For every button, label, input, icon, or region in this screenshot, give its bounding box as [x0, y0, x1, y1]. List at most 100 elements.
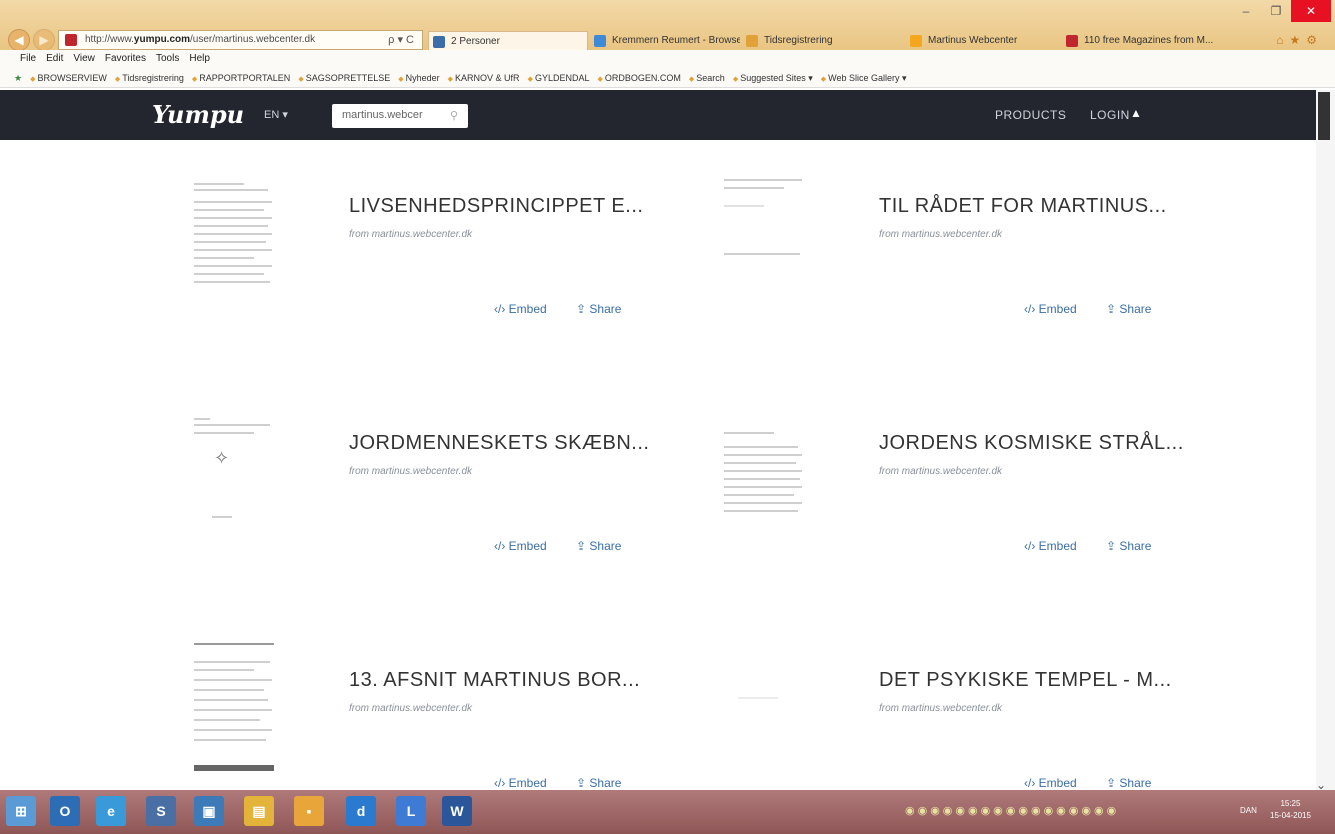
fav-nyheder[interactable]: Nyheder	[398, 73, 440, 87]
menu-view[interactable]: View	[73, 53, 95, 68]
tab-kremmern-reumert[interactable]: Kremmern Reumert - Browsersi...	[590, 31, 740, 51]
fav-search[interactable]: Search	[689, 73, 725, 87]
document-thumbnail[interactable]	[718, 412, 804, 532]
minimize-button[interactable]: –	[1231, 0, 1261, 22]
menu-help[interactable]: Help	[189, 53, 210, 68]
share-button[interactable]: ⇪ Share	[576, 302, 621, 316]
document-title[interactable]: JORDENS KOSMISKE STRÅL...	[879, 432, 1184, 455]
close-button[interactable]: ✕	[1291, 0, 1331, 22]
fav-sagsoprettelse[interactable]: SAGSOPRETTELSE	[298, 73, 391, 87]
document-card[interactable]: TIL RÅDET FOR MARTINUS... from martinus.…	[718, 175, 1238, 335]
document-thumbnail[interactable]	[718, 175, 804, 295]
tab-label: Martinus Webcenter	[928, 35, 1018, 46]
document-card[interactable]: LIVSENHEDSPRINCIPPET E... from martinus.…	[188, 175, 708, 335]
document-thumbnail[interactable]: ✧	[188, 412, 274, 532]
share-button[interactable]: ⇪ Share	[576, 539, 621, 553]
menu-bar: File Edit View Favorites Tools Help	[0, 50, 1335, 68]
document-source[interactable]: from martinus.webcenter.dk	[349, 229, 472, 240]
document-source[interactable]: from martinus.webcenter.dk	[879, 703, 1002, 714]
share-button[interactable]: ⇪ Share	[1106, 302, 1151, 316]
yumpu-logo[interactable]: Yumpu	[152, 100, 244, 129]
clock-time: 15:25	[1280, 799, 1301, 808]
tab-label: Tidsregistrering	[764, 35, 833, 46]
favorites-star-icon[interactable]: ★	[14, 73, 22, 87]
scrollbar-thumb[interactable]	[1318, 92, 1330, 140]
window-controls: – ❐ ✕	[1231, 0, 1331, 22]
menu-file[interactable]: File	[20, 53, 36, 68]
fav-tidsregistrering[interactable]: Tidsregistrering	[115, 73, 184, 87]
document-thumbnail[interactable]	[188, 643, 274, 771]
embed-button[interactable]: ‹/› Embed	[494, 302, 547, 316]
document-thumbnail[interactable]	[718, 649, 804, 769]
app-icon[interactable]: d	[346, 796, 376, 826]
fav-rapportportalen[interactable]: RAPPORTPORTALEN	[192, 73, 290, 87]
document-title[interactable]: JORDMENNESKETS SKÆBN...	[349, 432, 649, 455]
document-source[interactable]: from martinus.webcenter.dk	[349, 703, 472, 714]
document-source[interactable]: from martinus.webcenter.dk	[879, 229, 1002, 240]
fav-ordbogen[interactable]: ORDBOGEN.COM	[597, 73, 681, 87]
menu-tools[interactable]: Tools	[156, 53, 179, 68]
menu-favorites[interactable]: Favorites	[105, 53, 146, 68]
share-button[interactable]: ⇪ Share	[576, 776, 621, 790]
document-title[interactable]: LIVSENHEDSPRINCIPPET E...	[349, 195, 643, 218]
share-button[interactable]: ⇪ Share	[1106, 776, 1151, 790]
tab-favicon-icon	[746, 35, 758, 47]
app-icon[interactable]: ▪	[294, 796, 324, 826]
fav-suggested-sites[interactable]: Suggested Sites ▾	[733, 73, 813, 87]
language-indicator[interactable]: DAN	[1240, 806, 1257, 815]
embed-button[interactable]: ‹/› Embed	[1024, 776, 1077, 790]
document-source[interactable]: from martinus.webcenter.dk	[349, 466, 472, 477]
fav-browserview[interactable]: BROWSERVIEW	[30, 73, 106, 87]
fav-karnov[interactable]: KARNOV & UfR	[448, 73, 520, 87]
tab-favicon-icon	[433, 36, 445, 48]
embed-button[interactable]: ‹/› Embed	[494, 776, 547, 790]
favorites-bar: ★ BROWSERVIEW Tidsregistrering RAPPORTPO…	[0, 68, 1335, 88]
document-thumbnail[interactable]	[188, 175, 274, 295]
site-search-input[interactable]: martinus.webcer ⚲	[332, 104, 468, 128]
embed-button[interactable]: ‹/› Embed	[1024, 302, 1077, 316]
menu-edit[interactable]: Edit	[46, 53, 63, 68]
tab-2-personer[interactable]: 2 Personer	[428, 31, 588, 51]
share-button[interactable]: ⇪ Share	[1106, 539, 1151, 553]
document-source[interactable]: from martinus.webcenter.dk	[879, 466, 1002, 477]
word-icon[interactable]: W	[442, 796, 472, 826]
forward-button[interactable]: ▶	[33, 29, 55, 51]
start-windows-icon[interactable]: ⊞	[6, 796, 36, 826]
document-card[interactable]: DET PSYKISKE TEMPEL - M... from martinus…	[718, 649, 1238, 809]
language-selector[interactable]: EN ▾	[264, 108, 288, 121]
outlook-icon[interactable]: O	[50, 796, 80, 826]
app-icon[interactable]: ▣	[194, 796, 224, 826]
site-header: Yumpu EN ▾ PRODUCTS LOGIN ▲	[0, 90, 1316, 140]
clock[interactable]: 15:25 15-04-2015	[1270, 798, 1311, 822]
maximize-button[interactable]: ❐	[1261, 0, 1291, 22]
internet-explorer-icon[interactable]: e	[96, 796, 126, 826]
user-icon[interactable]: ▲	[1130, 106, 1142, 120]
skype-business-icon[interactable]: S	[146, 796, 176, 826]
document-card[interactable]: ✧ JORDMENNESKETS SKÆBN... from martinus.…	[188, 412, 708, 572]
lync-icon[interactable]: L	[396, 796, 426, 826]
document-title[interactable]: 13. AFSNIT MARTINUS BOR...	[349, 669, 640, 692]
document-card[interactable]: JORDENS KOSMISKE STRÅL... from martinus.…	[718, 412, 1238, 572]
search-icon[interactable]: ⚲	[450, 109, 458, 122]
document-title[interactable]: DET PSYKISKE TEMPEL - M...	[879, 669, 1172, 692]
system-tray-icons[interactable]: ◉◉◉◉◉◉◉◉◉◉◉◉◉◉◉◉◉	[905, 804, 1119, 817]
login-link[interactable]: LOGIN	[1090, 108, 1130, 122]
file-explorer-icon[interactable]: ▤	[244, 796, 274, 826]
address-bar[interactable]: http://www.yumpu.com/user/martinus.webce…	[58, 30, 423, 50]
tab-tidsregistrering[interactable]: Tidsregistrering	[742, 31, 892, 51]
address-tools[interactable]: ρ ▾ C	[388, 33, 414, 46]
products-link[interactable]: PRODUCTS	[995, 108, 1066, 122]
embed-button[interactable]: ‹/› Embed	[494, 539, 547, 553]
document-card[interactable]: 13. AFSNIT MARTINUS BOR... from martinus…	[188, 643, 708, 809]
fav-gyldendal[interactable]: GYLDENDAL	[528, 73, 590, 87]
address-domain: yumpu.com	[133, 34, 191, 45]
document-title[interactable]: TIL RÅDET FOR MARTINUS...	[879, 195, 1167, 218]
tab-martinus-webcenter[interactable]: Martinus Webcenter	[906, 31, 1056, 51]
back-button[interactable]: ◀	[8, 29, 30, 51]
home-favorites-settings-icons[interactable]: ⌂★⚙	[1276, 33, 1323, 47]
address-prefix: http://www.	[85, 34, 134, 45]
fav-web-slice-gallery[interactable]: Web Slice Gallery ▾	[821, 73, 906, 87]
tab-110-free-magazines[interactable]: 110 free Magazines from M...	[1062, 31, 1222, 51]
page-scrollbar[interactable]	[1316, 90, 1335, 790]
embed-button[interactable]: ‹/› Embed	[1024, 539, 1077, 553]
